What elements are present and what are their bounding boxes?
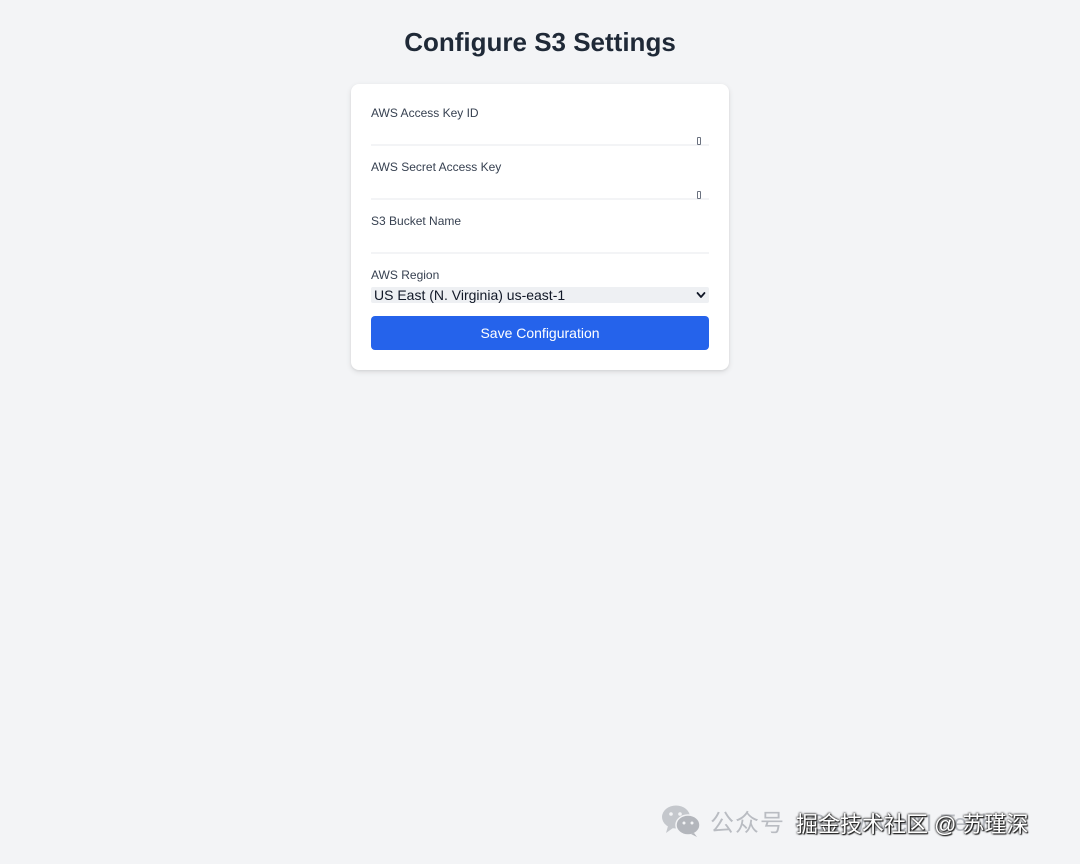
page-title: Configure S3 Settings [404,27,676,57]
s3-settings-card: AWS Access Key ID AWS Secret Access Key … [351,84,729,370]
bucket-name-input[interactable] [371,232,709,254]
wechat-icon [662,805,701,837]
watermark-credit-text: 掘金技术社区 @ 苏瑾深 [796,812,1029,837]
region-label: AWS Region [371,268,440,282]
chevron-down-icon [696,292,706,298]
bucket-name-label: S3 Bucket Name [371,214,462,228]
secret-key-label: AWS Secret Access Key [371,160,502,174]
region-select-value: US East (N. Virginia) us-east-1 [374,287,566,303]
access-key-label: AWS Access Key ID [371,106,479,120]
region-select[interactable]: US East (N. Virginia) us-east-1 [371,287,709,303]
eye-icon[interactable] [697,137,701,145]
access-key-input[interactable] [371,124,709,146]
save-configuration-button[interactable]: Save Configuration [371,316,709,350]
secret-key-input[interactable] [371,178,709,200]
eye-icon[interactable] [697,191,701,199]
